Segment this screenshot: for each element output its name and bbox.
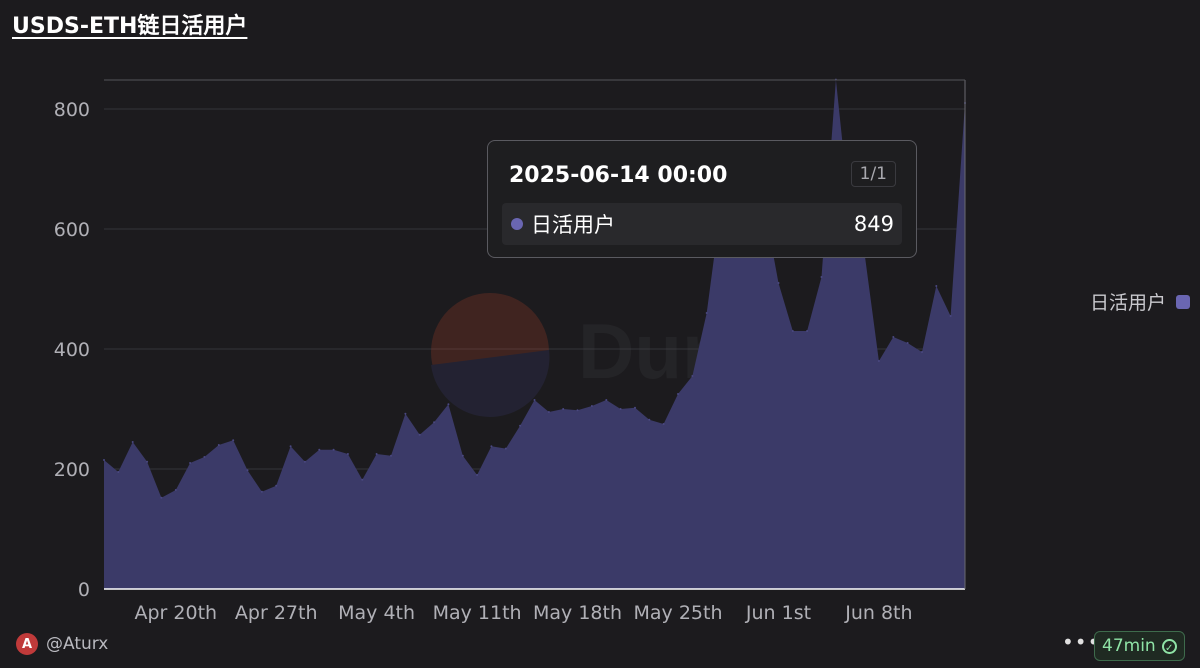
x-tick-label: Apr 27th — [235, 602, 318, 624]
author[interactable]: A @Aturx — [16, 633, 108, 655]
data-point — [260, 490, 263, 493]
data-point — [806, 330, 809, 332]
y-tick-label: 400 — [54, 339, 90, 361]
area-chart: Dune 0200400600800 Apr 20th Apr 27th May 4… — [54, 78, 966, 624]
data-point — [174, 489, 177, 491]
data-point — [318, 448, 321, 451]
data-point — [418, 433, 421, 436]
legend-label: 日活用户 — [1089, 292, 1166, 314]
data-point — [906, 342, 909, 344]
data-point — [160, 496, 163, 499]
legend[interactable]: 日活用户 — [1090, 288, 1190, 315]
data-point — [892, 336, 895, 338]
data-point — [131, 441, 134, 443]
x-tick-label: May 4th — [338, 602, 415, 624]
data-point — [189, 462, 192, 464]
refresh-time: 47min — [1102, 636, 1156, 656]
data-point — [146, 460, 149, 463]
data-point — [246, 469, 249, 472]
tooltip-series-label: 日活用户 — [531, 213, 615, 237]
data-point — [289, 445, 292, 448]
legend-swatch — [1176, 294, 1190, 309]
data-point — [519, 424, 522, 427]
x-tick-label: Apr 20th — [135, 602, 218, 624]
data-point — [677, 393, 679, 395]
data-point — [117, 471, 120, 473]
data-point — [490, 445, 493, 448]
data-point — [949, 315, 952, 317]
tooltip-page-indicator: 1/1 — [850, 161, 896, 187]
data-point — [705, 312, 708, 314]
data-point — [504, 447, 507, 450]
tooltip-value: 849 — [853, 212, 894, 236]
y-axis-labels: 0 200 400 600 800 — [54, 99, 90, 601]
data-point — [877, 360, 880, 362]
data-point — [562, 408, 565, 410]
data-point — [820, 276, 823, 278]
data-point — [619, 408, 622, 410]
data-point — [332, 448, 335, 451]
data-point — [203, 456, 206, 458]
data-point — [361, 478, 364, 481]
tooltip: 2025-06-14 00:00 1/1 日活用户 849 — [487, 140, 917, 258]
data-point — [921, 351, 923, 353]
x-tick-label: May 18th — [533, 602, 622, 624]
y-tick-label: 600 — [54, 219, 90, 241]
data-point — [433, 421, 436, 424]
data-point — [576, 409, 579, 412]
data-point — [232, 439, 235, 442]
data-point — [404, 412, 407, 415]
x-tick-label: May 11th — [433, 602, 522, 624]
data-point — [447, 403, 450, 406]
data-point — [777, 282, 780, 284]
data-point — [103, 459, 105, 461]
avatar: A — [16, 633, 38, 655]
y-tick-label: 800 — [54, 99, 90, 121]
author-handle: @Aturx — [46, 634, 109, 654]
data-point — [476, 474, 479, 476]
data-point — [390, 454, 392, 457]
series-dot-icon — [511, 218, 523, 230]
y-tick-label: 0 — [78, 579, 90, 601]
data-point — [634, 406, 636, 409]
data-point — [662, 423, 665, 425]
data-point — [346, 453, 349, 455]
x-tick-label: May 25th — [634, 602, 723, 624]
data-point — [691, 375, 694, 377]
data-point — [605, 399, 608, 401]
y-tick-label: 200 — [54, 459, 90, 481]
x-axis-labels: Apr 20th Apr 27th May 4th May 11th May 18th M… — [135, 602, 913, 624]
data-point — [217, 444, 220, 446]
data-point — [590, 405, 593, 407]
data-point — [303, 460, 306, 463]
tooltip-date: 2025-06-14 00:00 — [509, 163, 728, 188]
data-point — [375, 453, 378, 455]
check-circle-icon: ✓ — [1161, 638, 1177, 654]
data-point — [533, 399, 536, 401]
x-tick-label: Jun 8th — [844, 602, 912, 624]
refresh-badge[interactable]: 47min ✓ — [1094, 631, 1185, 661]
data-point — [791, 330, 794, 332]
data-point — [648, 418, 651, 421]
data-point — [275, 484, 278, 487]
tooltip-row: 日活用户 849 — [502, 203, 902, 245]
data-point — [935, 285, 938, 287]
data-point — [547, 411, 550, 413]
x-tick-label: Jun 1st — [745, 602, 811, 624]
data-point — [461, 454, 464, 457]
